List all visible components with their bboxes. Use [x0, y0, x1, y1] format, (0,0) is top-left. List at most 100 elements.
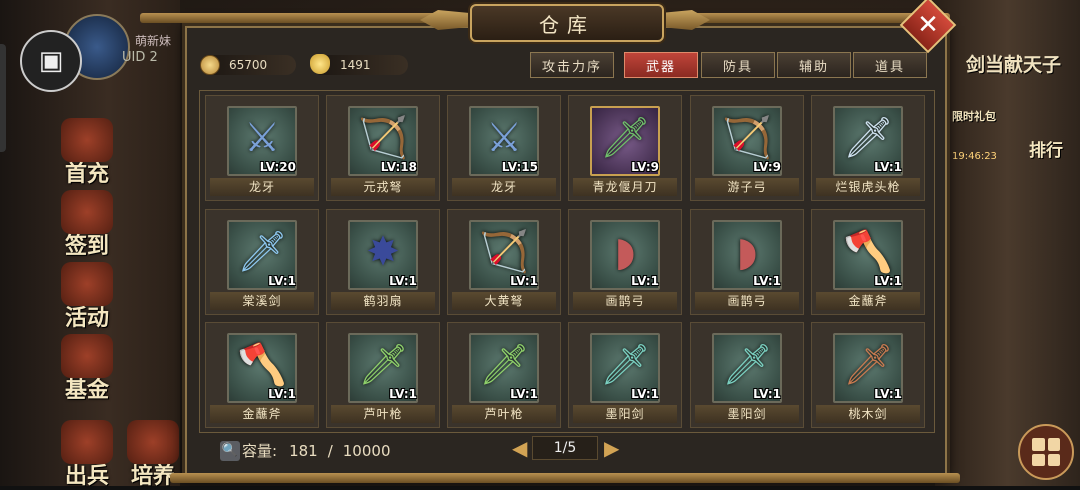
item-slot[interactable]: 🗡 LV:9 青龙偃月刀: [568, 95, 682, 201]
item-slot[interactable]: 🪓 LV:1 金蘸斧: [811, 209, 925, 315]
panel-bottom-bar: [170, 473, 960, 483]
item-slot[interactable]: 🗡 LV:1 桃木剑: [811, 322, 925, 428]
tab-weapons[interactable]: 武器: [624, 52, 698, 78]
sort-by-attack-button[interactable]: 攻击力序: [530, 52, 614, 78]
item-slot[interactable]: ⚔ LV:20 龙牙: [205, 95, 319, 201]
bow-icon: ◗: [736, 229, 758, 275]
item-level: LV:1: [389, 387, 417, 401]
capacity-current: 181: [289, 441, 318, 460]
player-name: 萌新妹: [135, 34, 172, 48]
item-name: 画鹊弓: [695, 292, 799, 310]
item-slot[interactable]: ◗ LV:1 画鹊弓: [568, 209, 682, 315]
item-slot[interactable]: ◗ LV:1 画鹊弓: [690, 209, 804, 315]
tab-items[interactable]: 道具: [853, 52, 927, 78]
item-name: 芦叶枪: [331, 405, 435, 423]
ingots-value: 1491: [340, 58, 371, 72]
limited-gift-button[interactable]: 限时礼包: [944, 108, 1004, 124]
coins-value: 65700: [229, 58, 268, 72]
coin-icon: [200, 55, 220, 75]
sword-icon: 🗡: [600, 342, 651, 388]
item-level: LV:1: [389, 274, 417, 288]
next-page-icon[interactable]: ▶: [604, 436, 619, 460]
side-menu-label: 出兵: [64, 463, 109, 489]
fund-icon: [61, 334, 113, 378]
tab-armor[interactable]: 防具: [701, 52, 775, 78]
item-name: 元戎弩: [331, 178, 435, 196]
item-slot[interactable]: 🏹 LV:1 大黄弩: [447, 209, 561, 315]
item-level: LV:1: [268, 274, 296, 288]
sign-in-icon: [61, 190, 113, 234]
first-recharge-icon: [61, 118, 113, 162]
item-slot[interactable]: 🗡 LV:1 墨阳剑: [690, 322, 804, 428]
item-slot[interactable]: ✸ LV:1 鹤羽扇: [326, 209, 440, 315]
item-level: LV:1: [874, 160, 902, 174]
item-name: 棠溪剑: [210, 292, 314, 310]
item-name: 青龙偃月刀: [573, 178, 677, 196]
glaive-icon: 🗡: [600, 115, 651, 161]
bow-icon: 🏹: [722, 115, 772, 161]
search-icon[interactable]: 🔍: [220, 440, 240, 461]
rank-label: 排行: [1029, 141, 1063, 161]
side-menu-fund[interactable]: 基金: [52, 334, 122, 404]
pager: ◀ 1/5 ▶: [512, 436, 619, 460]
capacity-display: 🔍 容量: 181 / 10000: [220, 440, 390, 461]
ingot-icon: [310, 54, 330, 74]
item-level: LV:1: [510, 274, 538, 288]
item-level: LV:1: [510, 387, 538, 401]
item-name: 墨阳剑: [573, 405, 677, 423]
item-name: 鹤羽扇: [331, 292, 435, 310]
side-menu-label: 活动: [64, 305, 109, 331]
main-menu-grid-icon[interactable]: [1018, 424, 1074, 480]
item-level: LV:1: [268, 387, 296, 401]
tab-accessory[interactable]: 辅助: [777, 52, 851, 78]
capacity-max: 10000: [342, 441, 391, 460]
fan-icon: ✸: [366, 229, 400, 275]
item-slot[interactable]: 🗡 LV:1 芦叶枪: [447, 322, 561, 428]
item-slot[interactable]: ⚔ LV:15 龙牙: [447, 95, 561, 201]
sword-icon: 🗡: [722, 342, 773, 388]
spear-icon: 🗡: [358, 342, 409, 388]
item-slot[interactable]: 🗡 LV:1 棠溪剑: [205, 209, 319, 315]
spear-icon: 🗡: [843, 115, 894, 161]
crossbow-icon: 🏹: [358, 115, 408, 161]
rank-button[interactable]: 排行: [1016, 136, 1076, 161]
capacity-separator: /: [327, 441, 333, 460]
item-level: LV:1: [631, 274, 659, 288]
right-banner-title: 剑当献天子: [966, 54, 1062, 76]
item-level: LV:1: [753, 274, 781, 288]
side-menu-first-recharge[interactable]: 首充: [52, 118, 122, 188]
prev-page-icon[interactable]: ◀: [512, 436, 527, 460]
spear-icon: 🗡: [479, 342, 530, 388]
item-name: 画鹊弓: [573, 292, 677, 310]
side-menu-sign-in[interactable]: 签到: [52, 190, 122, 260]
item-level: LV:9: [753, 160, 781, 174]
item-name: 龙牙: [452, 178, 556, 196]
item-slot[interactable]: 🏹 LV:9 游子弓: [690, 95, 804, 201]
item-name: 龙牙: [210, 178, 314, 196]
wooden-sword-icon: 🗡: [843, 342, 894, 388]
events-icon: [61, 262, 113, 306]
item-slot[interactable]: 🗡 LV:1 墨阳剑: [568, 322, 682, 428]
item-name: 游子弓: [695, 178, 799, 196]
axe-icon: 🪓: [843, 229, 893, 275]
close-icon[interactable]: ✕: [908, 5, 948, 45]
side-menu-label: 培养: [130, 463, 175, 489]
item-level: LV:15: [501, 160, 538, 174]
side-menu-label: 签到: [64, 233, 109, 259]
side-menu-events[interactable]: 活动: [52, 262, 122, 332]
item-level: LV:9: [631, 160, 659, 174]
limited-gift-label: 限时礼包: [952, 110, 996, 123]
item-name: 大黄弩: [452, 292, 556, 310]
item-slot[interactable]: 🗡 LV:1 芦叶枪: [326, 322, 440, 428]
panel-title: 仓库: [470, 4, 664, 42]
game-logo-icon[interactable]: ▣: [20, 30, 82, 92]
capacity-label: 容量:: [242, 442, 278, 460]
side-menu-dispatch[interactable]: 出兵: [52, 420, 122, 490]
crossbow-icon: 🏹: [479, 229, 529, 275]
item-level: LV:20: [259, 160, 296, 174]
item-slot[interactable]: 🏹 LV:18 元戎弩: [326, 95, 440, 201]
item-slot[interactable]: 🪓 LV:1 金蘸斧: [205, 322, 319, 428]
item-name: 桃木剑: [816, 405, 920, 423]
item-slot[interactable]: 🗡 LV:1 烂银虎头枪: [811, 95, 925, 201]
bow-icon: ◗: [614, 229, 636, 275]
